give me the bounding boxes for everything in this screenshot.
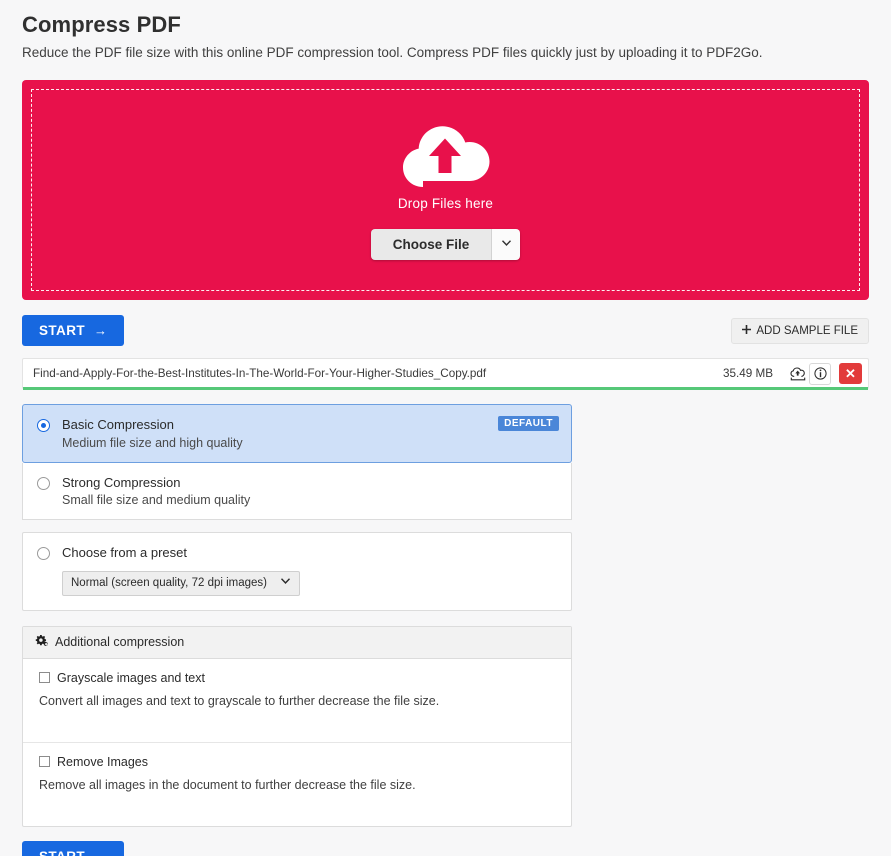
grayscale-label: Grayscale images and text [57, 670, 205, 685]
radio-basic-compression[interactable] [37, 419, 50, 432]
option-strong-title: Strong Compression [62, 474, 181, 490]
add-sample-file-label: ADD SAMPLE FILE [756, 324, 858, 337]
preset-texts: Choose from a preset Normal (screen qual… [62, 544, 557, 596]
option-basic-texts: Basic Compression Medium file size and h… [62, 416, 557, 450]
additional-item-remove-images: Remove Images Remove all images in the d… [23, 741, 571, 826]
additional-compression-panel: Additional compression Grayscale images … [22, 625, 572, 827]
remove-images-checkbox-row[interactable]: Remove Images [39, 755, 555, 769]
compression-options-list: Basic Compression Medium file size and h… [22, 404, 572, 521]
checkbox-remove-images[interactable] [39, 756, 50, 768]
dropzone-content: Drop Files here [398, 121, 493, 211]
grayscale-checkbox-row[interactable]: Grayscale images and text [39, 671, 555, 685]
bottom-action-row: START → [22, 840, 869, 856]
option-strong-texts: Strong Compression Small file size and m… [62, 474, 557, 508]
plus-icon [742, 324, 752, 337]
add-sample-file-button[interactable]: ADD SAMPLE FILE [731, 317, 869, 344]
file-dropzone[interactable]: Drop Files here Choose File [22, 80, 869, 300]
start-button-top-label: START [39, 323, 85, 338]
additional-compression-header: Additional compression [23, 626, 571, 659]
option-basic-compression[interactable]: Basic Compression Medium file size and h… [22, 404, 572, 463]
page-subtitle: Reduce the PDF file size with this onlin… [22, 45, 763, 60]
start-button-bottom[interactable]: START → [22, 840, 125, 856]
drop-files-label: Drop Files here [397, 195, 494, 211]
page-title: Compress PDF [22, 12, 181, 37]
remove-images-label: Remove Images [57, 754, 149, 769]
radio-strong-compression[interactable] [37, 476, 50, 490]
cloud-save-icon[interactable] [787, 363, 809, 385]
start-button-top[interactable]: START → [22, 315, 125, 346]
option-strong-compression[interactable]: Strong Compression Small file size and m… [22, 462, 572, 521]
start-button-bottom-label: START [39, 849, 85, 856]
file-name: Find-and-Apply-For-the-Best-Institutes-I… [33, 367, 487, 380]
additional-item-grayscale: Grayscale images and text Convert all im… [23, 659, 571, 742]
option-basic-desc: Medium file size and high quality [62, 435, 243, 450]
checkbox-grayscale[interactable] [39, 672, 50, 684]
grayscale-desc: Convert all images and text to grayscale… [39, 693, 440, 708]
action-row: START → ADD SAMPLE FILE [22, 315, 869, 346]
close-x-icon[interactable]: ✕ [839, 363, 862, 384]
radio-choose-preset[interactable] [37, 547, 50, 561]
option-choose-preset[interactable]: Choose from a preset Normal (screen qual… [22, 532, 572, 611]
choose-file-button[interactable]: Choose File [370, 228, 521, 260]
compress-pdf-page: Compress PDF Reduce the PDF file size wi… [0, 0, 891, 856]
chevron-down-icon[interactable] [492, 228, 521, 260]
preset-select-value: Normal (screen quality, 72 dpi images) [71, 577, 268, 590]
cogs-icon [35, 634, 49, 650]
arrow-right-icon: → [94, 323, 108, 338]
remove-images-desc: Remove all images in the document to fur… [39, 777, 416, 792]
file-size: 35.49 MB [722, 367, 773, 380]
arrow-right-icon: → [94, 850, 107, 856]
info-circle-icon[interactable] [809, 362, 831, 385]
option-strong-desc: Small file size and medium quality [62, 493, 251, 508]
choose-file-label[interactable]: Choose File [370, 228, 493, 260]
status-badge-default: DEFAULT [498, 416, 559, 431]
uploaded-file-row: Find-and-Apply-For-the-Best-Institutes-I… [22, 358, 869, 390]
preset-select[interactable]: Normal (screen quality, 72 dpi images) [62, 570, 300, 596]
option-basic-title: Basic Compression [62, 417, 174, 432]
preset-title: Choose from a preset [62, 545, 188, 561]
cloud-upload-icon [399, 125, 491, 193]
upload-progress-bar [23, 387, 868, 390]
chevron-down-icon [280, 577, 291, 589]
additional-compression-label: Additional compression [55, 635, 185, 650]
